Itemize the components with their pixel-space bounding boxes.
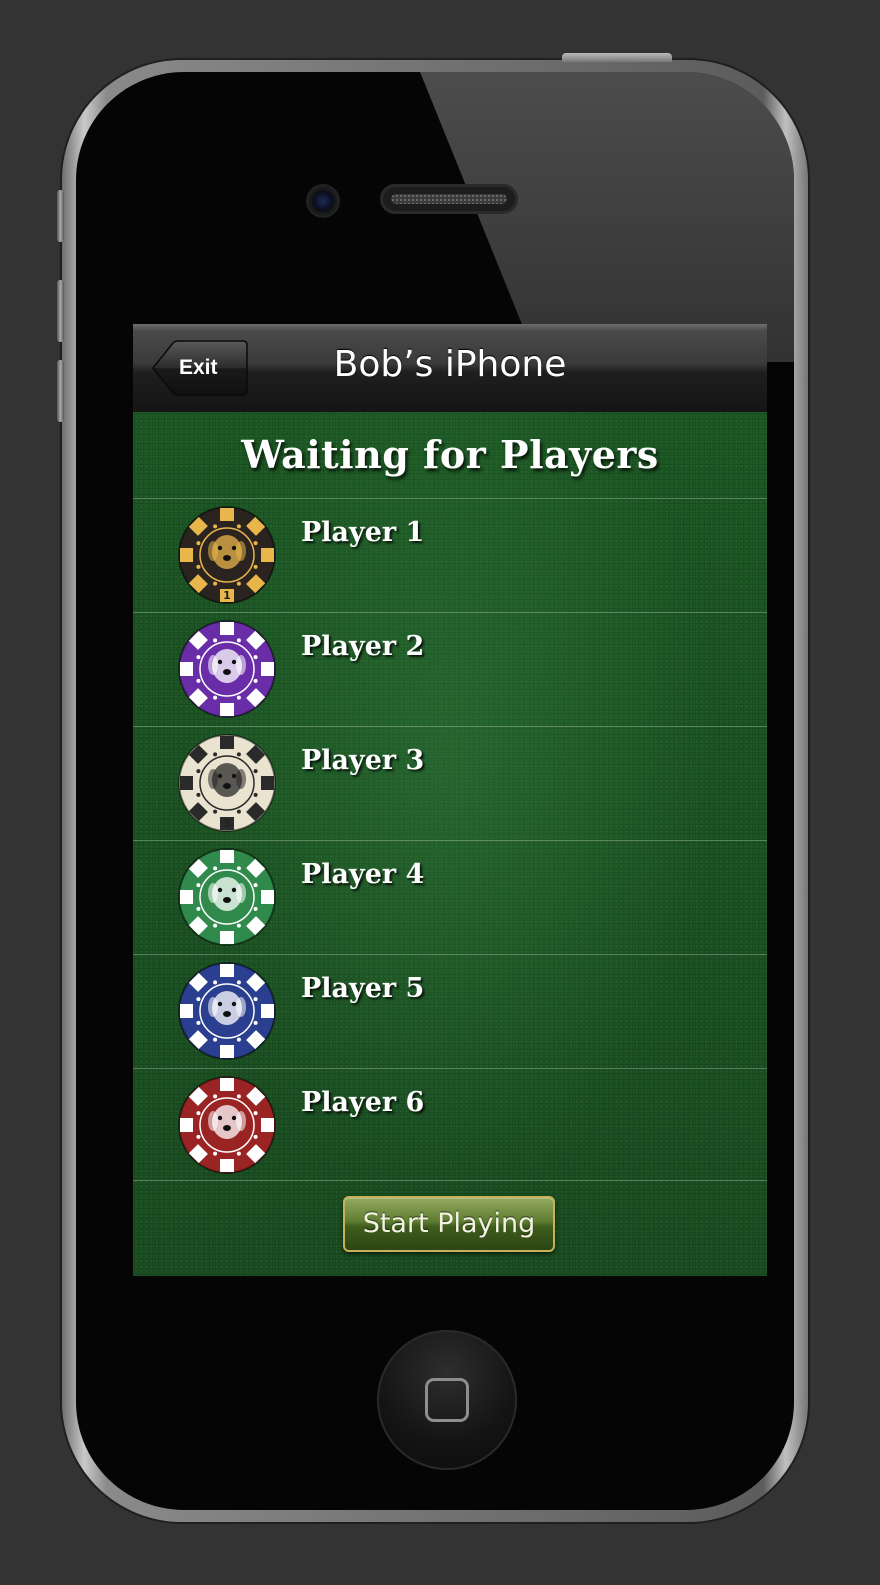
- volume-down-button: [57, 360, 64, 422]
- home-button[interactable]: [377, 1330, 517, 1470]
- glass-reflection: [416, 72, 794, 362]
- volume-up-button: [57, 280, 64, 342]
- player-row: 5 Player 5: [133, 954, 767, 1068]
- player-chip-avatar: 1: [177, 505, 277, 605]
- poker-chip-icon: 4: [178, 848, 276, 946]
- player-name: Player 2: [301, 631, 425, 662]
- player-name: Player 6: [301, 1087, 425, 1118]
- player-row: 6 Player 6: [133, 1068, 767, 1182]
- waiting-heading: Waiting for Players: [241, 432, 659, 477]
- chip-number: 2: [223, 703, 231, 716]
- phone-front-glass: Exit Bob’s iPhone Waiting for Players 1 P…: [76, 72, 794, 1510]
- home-square-icon: [425, 1378, 469, 1422]
- device-title: Bob’s iPhone: [333, 344, 567, 385]
- player-chip-avatar: 4: [177, 847, 277, 947]
- poker-chip-icon: 5: [178, 962, 276, 1060]
- chip-number: 5: [223, 1045, 231, 1058]
- player-name: Player 3: [301, 745, 425, 776]
- divider: [133, 1180, 767, 1181]
- chip-number: 4: [223, 931, 231, 944]
- app-screen: Exit Bob’s iPhone Waiting for Players 1 P…: [133, 324, 767, 1276]
- chip-number: 6: [223, 1159, 231, 1172]
- player-chip-avatar: 2: [177, 619, 277, 719]
- poker-chip-icon: 3: [178, 734, 276, 832]
- chip-number: 1: [223, 589, 231, 602]
- poker-chip-icon: 6: [178, 1076, 276, 1174]
- power-button: [562, 53, 672, 62]
- player-row: 1 Player 1: [133, 498, 767, 612]
- player-row: 4 Player 4: [133, 840, 767, 954]
- poker-chip-icon: 2: [178, 620, 276, 718]
- iphone-device-frame: Exit Bob’s iPhone Waiting for Players 1 P…: [57, 53, 808, 1522]
- mute-switch: [57, 190, 64, 242]
- earpiece-speaker: [380, 184, 518, 214]
- player-row: 3 Player 3: [133, 726, 767, 840]
- start-playing-button[interactable]: Start Playing: [343, 1196, 555, 1252]
- player-row: 2 Player 2: [133, 612, 767, 726]
- player-name: Player 1: [301, 517, 425, 548]
- player-chip-avatar: 3: [177, 733, 277, 833]
- player-chip-avatar: 5: [177, 961, 277, 1061]
- chip-number: 3: [223, 817, 231, 830]
- player-name: Player 4: [301, 859, 425, 890]
- lobby-panel: Waiting for Players 1 Player 1 2 Player 2 3 P…: [133, 412, 767, 1276]
- poker-chip-icon: 1: [178, 506, 276, 604]
- player-chip-avatar: 6: [177, 1075, 277, 1175]
- player-name: Player 5: [301, 973, 425, 1004]
- front-camera-icon: [306, 184, 340, 218]
- navigation-bar: Exit Bob’s iPhone: [133, 324, 767, 413]
